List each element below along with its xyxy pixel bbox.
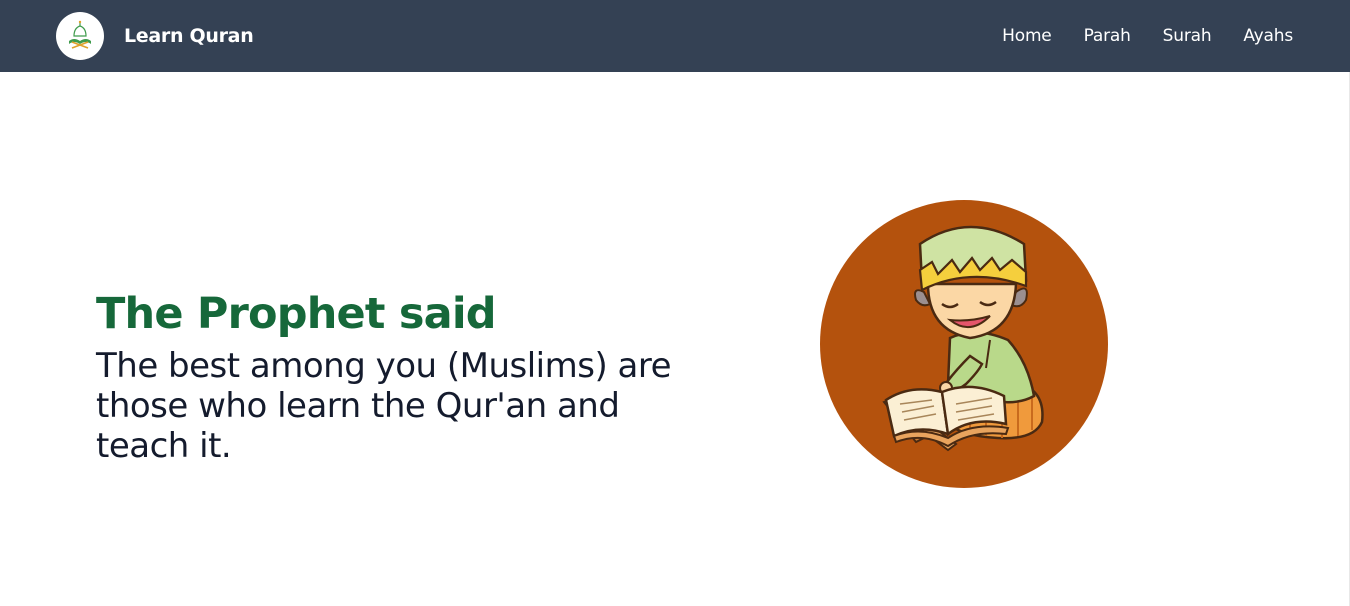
brand-link[interactable]: Learn Quran bbox=[56, 12, 254, 60]
nav-link-parah[interactable]: Parah bbox=[1084, 26, 1131, 46]
nav-menu: Home Parah Surah Ayahs bbox=[970, 0, 1293, 72]
hero-quote: The best among you (Muslims) are those w… bbox=[96, 346, 672, 466]
navbar: Learn Quran Home Parah Surah Ayahs bbox=[0, 0, 1350, 72]
hero-title: The Prophet said bbox=[96, 289, 497, 339]
nav-link-ayahs[interactable]: Ayahs bbox=[1243, 26, 1293, 46]
nav-link-home[interactable]: Home bbox=[1002, 26, 1052, 46]
mosque-quran-logo-icon bbox=[56, 12, 104, 60]
boy-reading-quran-illustration bbox=[820, 200, 1108, 488]
brand-name: Learn Quran bbox=[124, 25, 254, 47]
hero-text: The Prophet said The best among you (Mus… bbox=[96, 284, 716, 466]
nav-link-surah[interactable]: Surah bbox=[1163, 26, 1212, 46]
